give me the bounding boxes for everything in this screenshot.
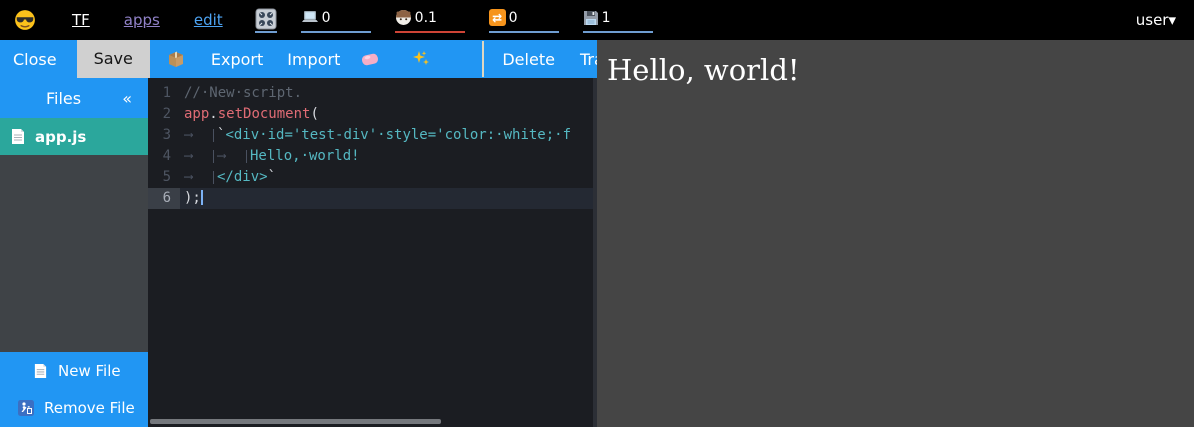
litter-bin-icon [18, 400, 34, 416]
page-icon [33, 363, 48, 379]
code-token: app [184, 106, 209, 122]
code-line-5[interactable]: 5⟶</div>` [148, 167, 597, 188]
metric-cpu-value: 0 [322, 10, 331, 26]
editor-toolbar: Close Save Export Import [0, 40, 597, 78]
line-number: 1 [148, 83, 180, 104]
code-editor[interactable]: 1//·New·script.2app.setDocument(3⟶`<div·… [148, 78, 597, 427]
remove-file-button[interactable]: Remove File [0, 389, 148, 427]
link-apps[interactable]: apps [124, 11, 160, 29]
tab-indicator-icon: ⟶ [184, 150, 214, 163]
user-menu[interactable]: user▾ [1136, 11, 1176, 29]
metric-ram[interactable]: 0.1 [395, 7, 465, 33]
delete-button[interactable]: Delete [502, 50, 555, 69]
code-token: //·New·script. [184, 85, 302, 101]
tab-indicator-icon: ⟶ [184, 129, 214, 142]
files-header: Files « [0, 78, 148, 118]
sidebar-filler [0, 155, 148, 352]
line-number: 4 [148, 146, 180, 167]
code-token: ( [310, 106, 318, 122]
control-knobs-icon[interactable] [255, 8, 277, 33]
line-number: 5 [148, 167, 180, 188]
code-text: ); [180, 188, 203, 209]
code-text: ⟶</div>` [180, 167, 276, 188]
line-number: 6 [148, 188, 180, 209]
ram-icon [395, 9, 412, 26]
sunglasses-emoji-icon[interactable] [14, 9, 36, 31]
link-tf[interactable]: TF [72, 11, 90, 29]
file-page-icon [10, 128, 26, 145]
floppy-disk-icon [583, 10, 599, 26]
export-button[interactable]: Export [211, 50, 263, 69]
code-text: ⟶⟶Hello,·world! [180, 146, 360, 167]
top-bar: TF apps edit 0 [0, 0, 1194, 40]
collapse-sidebar-icon[interactable]: « [122, 89, 132, 108]
link-edit[interactable]: edit [194, 11, 223, 29]
code-line-6[interactable]: 6); [148, 188, 597, 209]
code-token: setDocument [218, 106, 311, 122]
files-title: Files [46, 89, 81, 108]
code-line-1[interactable]: 1//·New·script. [148, 83, 597, 104]
metric-cpu[interactable]: 0 [301, 7, 371, 33]
app-preview-pane: Hello, world! [597, 40, 1194, 427]
code-token: ); [184, 190, 201, 206]
code-text: ⟶`<div·id='test-div'·style='color:·white… [180, 125, 571, 146]
file-item-appjs[interactable]: app.js [0, 118, 148, 155]
laptop-icon [301, 10, 319, 25]
code-token: </div> [217, 169, 268, 185]
vertical-scrollbar-track[interactable] [593, 78, 597, 427]
metric-repeat-value: 0 [509, 10, 518, 26]
remove-file-label: Remove File [44, 399, 135, 417]
tab-indicator-icon: ⟶ [184, 171, 214, 184]
code-text: //·New·script. [180, 83, 302, 104]
text-cursor [201, 190, 203, 205]
line-number: 2 [148, 104, 180, 125]
files-sidebar: Files « app.js [0, 78, 148, 427]
metric-repeat[interactable]: ⇄ 0 [489, 7, 559, 33]
import-button[interactable]: Import [287, 50, 340, 69]
main-area: Close Save Export Import [0, 40, 1194, 427]
soap-icon[interactable] [360, 51, 380, 68]
close-button[interactable]: Close [13, 50, 57, 69]
code-lines: 1//·New·script.2app.setDocument(3⟶`<div·… [148, 83, 597, 209]
package-icon[interactable] [167, 50, 185, 68]
code-line-2[interactable]: 2app.setDocument( [148, 104, 597, 125]
preview-hello-text: Hello, world! [607, 53, 1184, 87]
blank-button[interactable] [482, 41, 484, 77]
new-file-label: New File [58, 362, 121, 380]
metric-ram-value: 0.1 [415, 10, 437, 26]
code-token: Hello,·world! [250, 148, 360, 164]
sparkles-icon[interactable] [412, 50, 430, 68]
code-token: . [209, 106, 217, 122]
code-line-3[interactable]: 3⟶`<div·id='test-div'·style='color:·whit… [148, 125, 597, 146]
metric-saves[interactable]: 1 [583, 7, 653, 33]
file-name: app.js [35, 128, 86, 146]
horizontal-scrollbar[interactable] [150, 419, 441, 424]
code-line-4[interactable]: 4⟶⟶Hello,·world! [148, 146, 597, 167]
repeat-icon: ⇄ [489, 9, 506, 26]
editor-pane: Close Save Export Import [0, 40, 597, 427]
save-button[interactable]: Save [77, 40, 150, 78]
editor-content: Files « app.js [0, 78, 597, 427]
new-file-button[interactable]: New File [0, 352, 148, 389]
line-number: 3 [148, 125, 180, 146]
code-token: ` [268, 169, 276, 185]
code-token: <div·id='test-div'·style='color:·white;·… [225, 127, 571, 143]
tab-indicator-icon: ⟶ [217, 150, 247, 163]
app-window: TF apps edit 0 [0, 0, 1194, 427]
code-text: app.setDocument( [180, 104, 319, 125]
metric-saves-value: 1 [602, 10, 611, 26]
